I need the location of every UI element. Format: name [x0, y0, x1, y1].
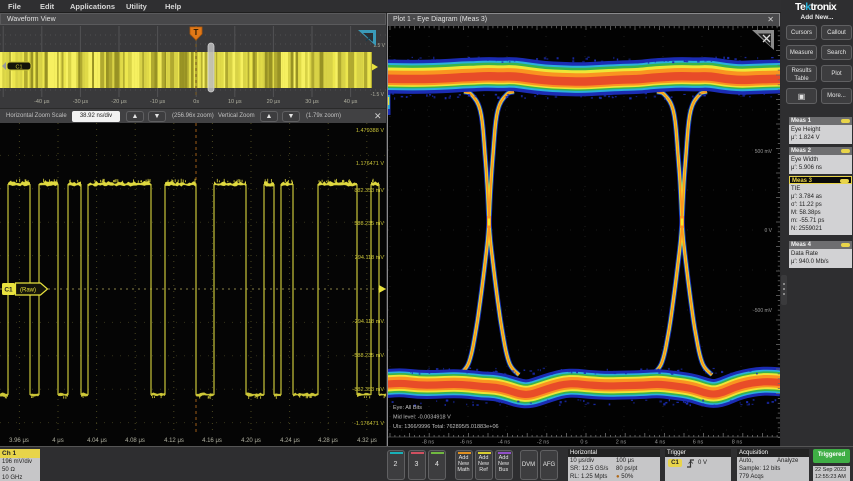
svg-text:-1.176471 V: -1.176471 V: [354, 421, 384, 427]
svg-text:Eye: All Bits: Eye: All Bits: [393, 405, 422, 411]
svg-text:4 μs: 4 μs: [52, 438, 63, 444]
svg-text:(Raw): (Raw): [20, 288, 36, 294]
svg-text:2 ns: 2 ns: [616, 440, 627, 446]
svg-text:-8 ns: -8 ns: [422, 440, 434, 446]
svg-text:-882.353 mV: -882.353 mV: [353, 387, 385, 393]
svg-text:882.353 mV: 882.353 mV: [354, 188, 384, 194]
svg-text:C1: C1: [15, 65, 22, 71]
svg-text:0 V: 0 V: [764, 228, 772, 234]
svg-text:C1: C1: [4, 287, 13, 294]
svg-text:4.12 μs: 4.12 μs: [164, 438, 184, 444]
svg-text:-6 ns: -6 ns: [460, 440, 472, 446]
svg-text:1.176471 V: 1.176471 V: [356, 161, 384, 167]
svg-text:8 ns: 8 ns: [732, 440, 743, 446]
svg-text:4.16 μs: 4.16 μs: [202, 438, 222, 444]
svg-text:-2 ns: -2 ns: [537, 440, 549, 446]
svg-text:Mid level: -0.0034918 V: Mid level: -0.0034918 V: [393, 415, 451, 421]
svg-text:4.04 μs: 4.04 μs: [87, 438, 107, 444]
svg-text:4.32 μs: 4.32 μs: [357, 438, 377, 444]
svg-text:4.08 μs: 4.08 μs: [125, 438, 145, 444]
svg-text:-294.118 mV: -294.118 mV: [353, 319, 384, 325]
svg-text:6 ns: 6 ns: [693, 440, 704, 446]
svg-text:0 s: 0 s: [580, 440, 588, 446]
svg-text:4.28 μs: 4.28 μs: [318, 438, 338, 444]
svg-text:T: T: [194, 28, 199, 37]
svg-text:588.235 mV: 588.235 mV: [354, 221, 384, 227]
svg-text:294.118 mV: 294.118 mV: [355, 255, 385, 261]
svg-text:3.96 μs: 3.96 μs: [9, 438, 29, 444]
svg-text:UIs: 1366/9996 Total: 7628: UIs: 1366/9996 Total: 762895/5.01883e+06: [393, 424, 499, 430]
svg-text:-4 ns: -4 ns: [498, 440, 510, 446]
svg-text:4.20 μs: 4.20 μs: [241, 438, 261, 444]
svg-text:4.24 μs: 4.24 μs: [280, 438, 300, 444]
svg-text:4 ns: 4 ns: [655, 440, 666, 446]
svg-text:1.479388 V: 1.479388 V: [356, 128, 384, 134]
svg-text:500 mV: 500 mV: [755, 149, 773, 155]
svg-text:-500 mV: -500 mV: [753, 308, 773, 314]
svg-text:-588.235 mV: -588.235 mV: [353, 353, 385, 359]
